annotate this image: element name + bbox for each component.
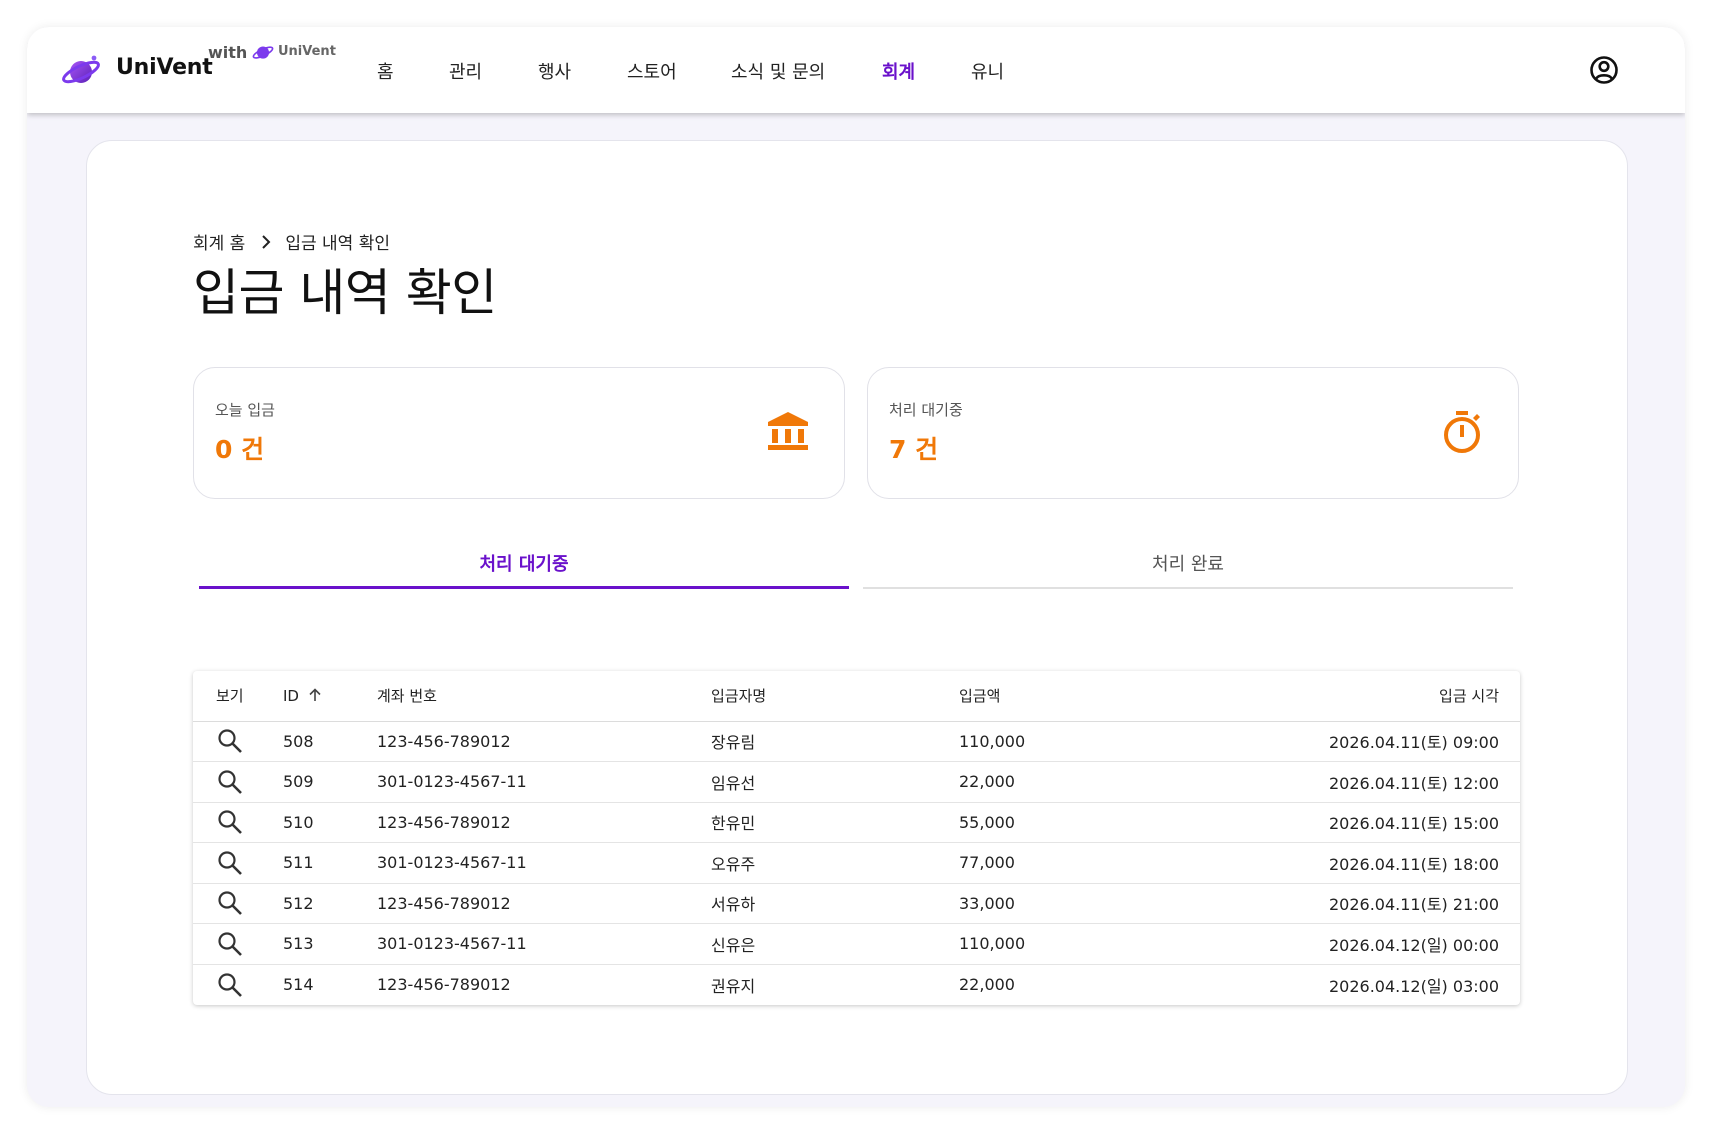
tab-divider: [863, 587, 1513, 589]
planet-logo-icon[interactable]: [61, 51, 101, 91]
cell-amount: 110,000: [959, 721, 1259, 762]
cell-time: 2026.04.11(토) 21:00: [1259, 883, 1520, 924]
column-header-depositor[interactable]: 입금자명: [711, 671, 959, 722]
stat-card-pending: 처리 대기중 7 건: [867, 367, 1519, 499]
arrow-up-sort-icon[interactable]: [307, 687, 323, 703]
cell-amount: 110,000: [959, 923, 1259, 965]
nav-news-inquiry[interactable]: 소식 및 문의: [731, 58, 825, 84]
stat-value: 0 건: [215, 435, 265, 464]
column-header-amount[interactable]: 입금액: [959, 671, 1259, 722]
cell-time: 2026.04.11(토) 12:00: [1259, 761, 1520, 803]
brand-name[interactable]: UniVent: [116, 55, 213, 80]
cell-account: 123-456-789012: [377, 883, 711, 924]
cell-id: 514: [283, 975, 314, 994]
search-icon[interactable]: [216, 768, 244, 796]
column-header-time[interactable]: 입금 시각: [1259, 671, 1520, 722]
table-row: 511 301-0123-4567-11 오유주 77,000 2026.04.…: [193, 842, 1520, 884]
breadcrumb-current: 입금 내역 확인: [285, 234, 390, 254]
search-icon[interactable]: [216, 849, 244, 877]
table-row: 513 301-0123-4567-11 신유은 110,000 2026.04…: [193, 923, 1520, 965]
column-header-id[interactable]: ID: [283, 671, 377, 722]
cell-depositor: 서유하: [711, 883, 959, 924]
tab-completed[interactable]: 처리 완료: [863, 541, 1513, 589]
stat-label: 처리 대기중: [889, 401, 963, 419]
cell-depositor: 신유은: [711, 923, 959, 965]
with-label: with: [208, 43, 248, 62]
bank-icon: [768, 412, 808, 450]
table-row: 512 123-456-789012 서유하 33,000 2026.04.11…: [193, 883, 1520, 924]
cell-id: 510: [283, 802, 377, 843]
account-circle-icon[interactable]: [1588, 54, 1620, 86]
cell-depositor: 권유지: [711, 976, 756, 996]
search-icon[interactable]: [216, 971, 244, 999]
cell-time: 2026.04.12(일) 00:00: [1259, 923, 1520, 965]
cell-id: 511: [283, 842, 377, 884]
partner-brand: UniVent: [278, 44, 336, 59]
column-header-account[interactable]: 계좌 번호: [377, 671, 711, 722]
cell-account: 123-456-789012: [377, 975, 511, 994]
nav-management[interactable]: 관리: [449, 58, 482, 84]
breadcrumb-accounting-home[interactable]: 회계 홈: [193, 229, 245, 254]
cell-depositor: 오유주: [711, 842, 959, 884]
nav-events[interactable]: 행사: [538, 58, 571, 84]
column-header-id-label: ID: [283, 686, 299, 705]
timer-icon: [1444, 411, 1480, 453]
cell-id: 509: [283, 761, 377, 803]
cell-account: 123-456-789012: [377, 802, 711, 843]
nav-store[interactable]: 스토어: [627, 58, 677, 84]
table-row: 510 123-456-789012 한유민 55,000 2026.04.11…: [193, 802, 1520, 843]
cell-account: 301-0123-4567-11: [377, 842, 711, 884]
cell-amount: 22,000: [959, 975, 1015, 994]
tab-pending[interactable]: 처리 대기중: [199, 541, 849, 589]
cell-id: 508: [283, 721, 377, 762]
cell-depositor: 한유민: [711, 802, 959, 843]
cell-id: 512: [283, 883, 377, 924]
breadcrumb: 회계 홈 입금 내역 확인: [193, 229, 390, 254]
cell-amount: 55,000: [959, 802, 1259, 843]
deposit-table: 보기 ID 계좌 번호 입금자명 입금액 입금 시각 508 123-456-7…: [193, 671, 1520, 1005]
stat-card-today-deposits: 오늘 입금 0 건: [193, 367, 845, 499]
cell-amount: 22,000: [959, 761, 1259, 803]
table-row: 508 123-456-789012 장유림 110,000 2026.04.1…: [193, 721, 1520, 762]
table-row: 509 301-0123-4567-11 임유선 22,000 2026.04.…: [193, 761, 1520, 803]
status-tabs: 처리 대기중 처리 완료: [199, 541, 1523, 589]
search-icon[interactable]: [216, 930, 244, 958]
cell-account: 301-0123-4567-11: [377, 761, 711, 803]
cell-time: 2026.04.11(토) 15:00: [1259, 802, 1520, 843]
app-window: UniVent with UniVent 홈 관리 행사 스토어 소식 및 문의…: [27, 27, 1685, 1107]
cell-depositor: 장유림: [711, 721, 959, 762]
table-row: 514 123-456-789012 권유지 22,000 2026.04.12…: [193, 964, 1520, 1005]
top-navigation-bar: UniVent with UniVent 홈 관리 행사 스토어 소식 및 문의…: [27, 27, 1685, 113]
search-icon[interactable]: [216, 727, 244, 755]
content-card: 회계 홈 입금 내역 확인 입금 내역 확인 오늘 입금 0 건 처리 대기중 …: [86, 140, 1628, 1095]
chevron-right-icon: [262, 234, 271, 249]
cell-depositor: 임유선: [711, 761, 959, 803]
cell-account: 123-456-789012: [377, 721, 711, 762]
page-title: 입금 내역 확인: [193, 264, 497, 322]
search-icon[interactable]: [216, 808, 244, 836]
stat-label: 오늘 입금: [215, 401, 275, 419]
cell-account: 301-0123-4567-11: [377, 923, 711, 965]
stat-value: 7 건: [889, 435, 939, 464]
cell-time: 2026.04.11(토) 09:00: [1259, 721, 1520, 762]
tab-indicator-active: [199, 586, 849, 589]
cell-amount: 77,000: [959, 842, 1259, 884]
cell-time: 2026.04.12(일) 03:00: [1328, 976, 1499, 996]
nav-home[interactable]: 홈: [377, 58, 394, 84]
column-header-view: 보기: [193, 671, 283, 722]
cell-id: 513: [283, 923, 377, 965]
table-header-row: 보기 ID 계좌 번호 입금자명 입금액 입금 시각: [193, 671, 1520, 722]
cell-time: 2026.04.11(토) 18:00: [1259, 842, 1520, 884]
search-icon[interactable]: [216, 889, 244, 917]
cell-amount: 33,000: [959, 883, 1259, 924]
nav-uni[interactable]: 유니: [971, 58, 1004, 84]
nav-accounting[interactable]: 회계: [882, 58, 915, 84]
small-planet-logo-icon: [252, 46, 274, 59]
